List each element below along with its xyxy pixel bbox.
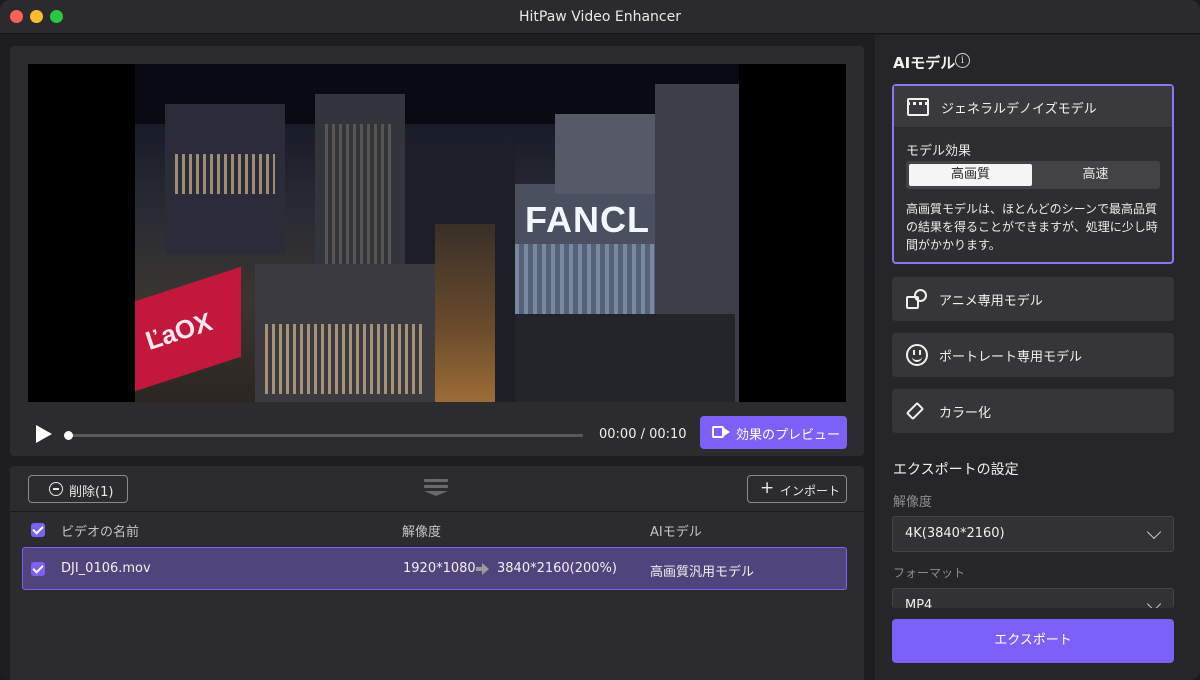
model-card-general-denoise[interactable]: ジェネラルデノイズモデル モデル効果 高画質 高速 高画質モデルは、ほとんどのシ… (892, 84, 1174, 264)
resolution-value: 4K(3840*2160) (905, 526, 1005, 541)
plus-icon: + (760, 478, 775, 498)
info-icon[interactable]: i (955, 53, 970, 68)
model-description: 高画質モデルは、ほとんどのシーンで最高品質の結果を得ることができますが、処理に少… (906, 202, 1158, 252)
model-effect-label: モデル効果 (906, 144, 972, 159)
model-label-portrait: ポートレート専用モデル (939, 350, 1083, 365)
brush-icon (905, 401, 927, 421)
table-row[interactable]: DJI_0106.mov 1920*1080 3840*2160(200%) 高… (22, 547, 847, 590)
row-ai-model: 高画質汎用モデル (650, 565, 755, 580)
video-camera-icon (712, 426, 730, 438)
import-button-label: インポート (780, 484, 841, 498)
delete-button-label: 削除(1) (69, 485, 114, 500)
header-resolution: 解像度 (402, 525, 442, 540)
header-ai-model: AIモデル (650, 525, 702, 540)
playback-progress-bar[interactable] (64, 431, 583, 440)
option-fast[interactable]: 高速 (1034, 164, 1157, 186)
window-title: HitPaw Video Enhancer (519, 9, 681, 25)
clapperboard-icon (907, 98, 929, 116)
model-effect-toggle: 高画質 高速 (906, 161, 1160, 189)
resolution-label: 解像度 (893, 495, 933, 510)
model-card-anime[interactable]: アニメ専用モデル (892, 277, 1174, 321)
collapse-panel-icon[interactable] (424, 479, 448, 497)
app-window: HitPaw Video Enhancer ĽaOX FANCL 00:00 /… (0, 0, 1200, 680)
preview-effect-button[interactable]: 効果のプレビュー (700, 416, 847, 449)
row-video-name: DJI_0106.mov (61, 561, 151, 576)
select-all-checkbox[interactable] (31, 523, 45, 537)
model-card-header: ジェネラルデノイズモデル (894, 86, 1172, 128)
anime-model-icon (906, 289, 930, 311)
model-card-portrait[interactable]: ポートレート専用モデル (892, 333, 1174, 377)
ai-model-title: AIモデル (893, 54, 956, 72)
model-label-general-denoise: ジェネラルデノイズモデル (941, 102, 1097, 117)
resolution-select[interactable]: 4K(3840*2160) (892, 516, 1174, 552)
export-settings-heading: エクスポートの設定 (893, 462, 1019, 478)
video-viewport[interactable]: ĽaOX FANCL (28, 64, 846, 402)
row-resolution-from: 1920*1080 (403, 561, 476, 576)
chevron-down-icon (1146, 596, 1162, 608)
chevron-down-icon (1146, 524, 1162, 540)
fancl-sign-text: FANCL (525, 199, 650, 240)
list-header: ビデオの名前 解像度 AIモデル (10, 513, 864, 545)
format-select[interactable]: MP4 (892, 588, 1174, 608)
option-high-quality[interactable]: 高画質 (909, 164, 1032, 186)
format-label: フォーマット (893, 566, 966, 580)
settings-sidebar: AIモデル i ジェネラルデノイズモデル モデル効果 高画質 高速 高画質モデル… (875, 35, 1200, 680)
video-frame: ĽaOX FANCL (135, 64, 739, 402)
header-video-name: ビデオの名前 (61, 525, 140, 540)
import-button[interactable]: + インポート (747, 475, 847, 503)
export-button[interactable]: エクスポート (892, 619, 1174, 663)
video-player: ĽaOX FANCL 00:00 / 00:10 効果のプレビュー (10, 46, 864, 456)
list-toolbar: 削除(1) + インポート (10, 466, 864, 512)
model-card-colorize[interactable]: カラー化 (892, 389, 1174, 433)
format-value: MP4 (905, 598, 933, 608)
arrow-right-icon (476, 563, 489, 575)
minus-circle-icon (49, 482, 63, 496)
model-label-colorize: カラー化 (939, 406, 992, 421)
row-checkbox[interactable] (31, 562, 45, 576)
delete-button[interactable]: 削除(1) (28, 475, 128, 503)
timecode: 00:00 / 00:10 (599, 427, 687, 442)
play-button[interactable] (34, 424, 52, 444)
face-icon (906, 344, 928, 366)
preview-effect-label: 効果のプレビュー (736, 428, 841, 443)
model-label-anime: アニメ専用モデル (939, 294, 1043, 309)
row-resolution-to: 3840*2160(200%) (497, 561, 617, 576)
progress-knob[interactable] (64, 431, 73, 440)
video-list-panel: 削除(1) + インポート ビデオの名前 解像度 AIモデル DJI_0106.… (10, 466, 864, 680)
title-bar: HitPaw Video Enhancer (0, 0, 1200, 34)
